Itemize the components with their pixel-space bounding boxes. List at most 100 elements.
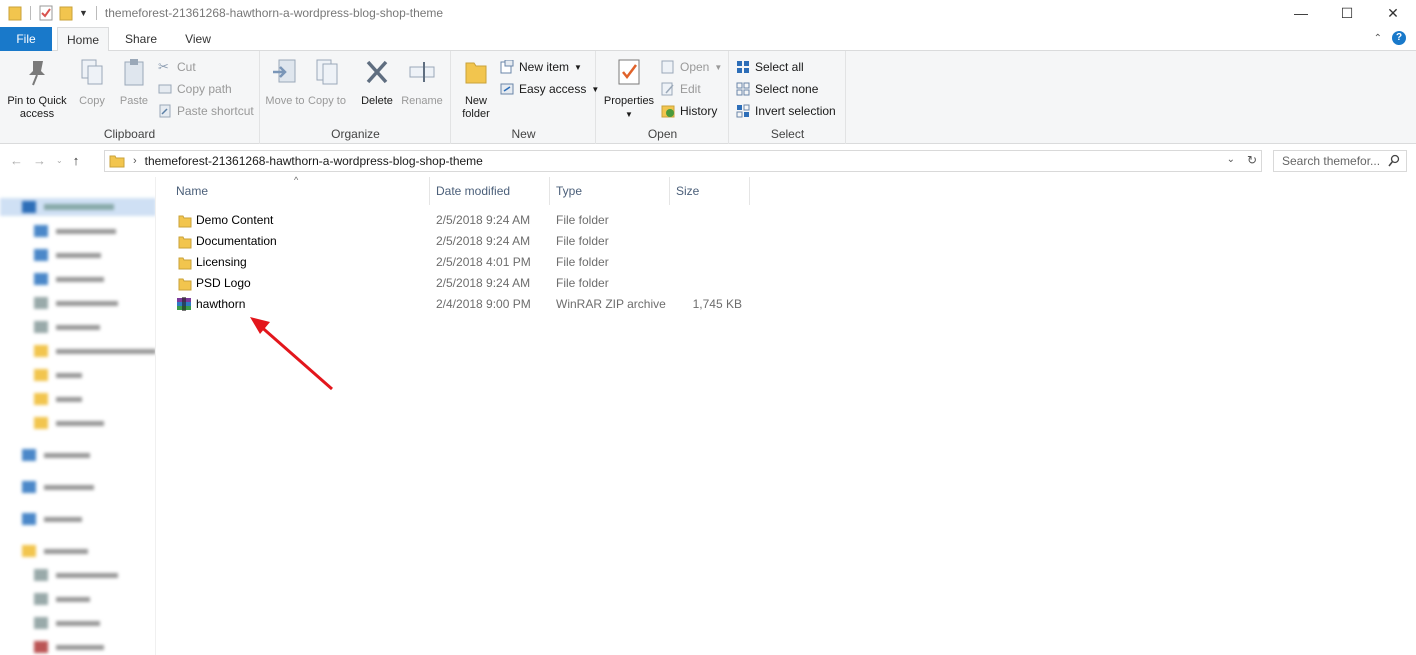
- easy-access-icon: [500, 83, 514, 95]
- chevron-down-icon: ▼: [574, 62, 582, 72]
- list-item[interactable]: Documentation 2/5/2018 9:24 AM File fold…: [170, 231, 770, 252]
- open-button[interactable]: Open ▼: [661, 57, 722, 77]
- easy-access-button[interactable]: Easy access ▼: [500, 79, 599, 99]
- select-none-label: Select none: [755, 82, 819, 96]
- file-size: [678, 210, 742, 231]
- invert-selection-button[interactable]: Invert selection: [736, 101, 836, 121]
- customize-toolbar-icon[interactable]: ▼: [79, 8, 88, 18]
- folder-icon: [109, 155, 125, 168]
- sidebar-item[interactable]: [0, 614, 155, 632]
- column-header-date[interactable]: Date modified: [430, 177, 550, 205]
- select-all-button[interactable]: Select all: [736, 57, 804, 77]
- sidebar-item[interactable]: [0, 566, 155, 584]
- select-none-button[interactable]: Select none: [736, 79, 818, 99]
- scissors-icon: ✂: [158, 59, 169, 74]
- tab-file[interactable]: File: [0, 27, 52, 51]
- copy-path-icon: [158, 84, 172, 94]
- list-item[interactable]: Licensing 2/5/2018 4:01 PM File folder: [170, 252, 770, 273]
- sidebar-item[interactable]: [0, 246, 155, 264]
- tab-share[interactable]: Share: [116, 27, 166, 51]
- properties-icon: [618, 59, 640, 85]
- sidebar-item[interactable]: [0, 318, 155, 336]
- rename-label: Rename: [401, 95, 443, 107]
- column-header-size[interactable]: Size: [670, 177, 750, 205]
- folder-icon: [178, 236, 192, 249]
- properties-label: Properties: [603, 95, 655, 107]
- pin-to-quick-access-button[interactable]: Pin to Quick access: [4, 57, 70, 121]
- paste-shortcut-button[interactable]: Paste shortcut: [158, 101, 254, 121]
- sidebar-item[interactable]: [0, 342, 155, 360]
- quick-access-toolbar: ▼: [0, 5, 99, 21]
- tab-view[interactable]: View: [172, 27, 224, 51]
- new-folder-icon[interactable]: [59, 5, 73, 21]
- recent-locations-icon[interactable]: ⌄: [56, 153, 63, 169]
- tab-home[interactable]: Home: [57, 27, 109, 52]
- folder-icon: [8, 6, 22, 21]
- sidebar-item[interactable]: [0, 294, 155, 312]
- back-arrow-icon[interactable]: ←: [10, 153, 23, 169]
- minimize-button[interactable]: —: [1278, 0, 1324, 26]
- navigation-bar: ← → ⌄ ↑ › themeforest-21361268-hawthorn-…: [0, 145, 1416, 177]
- up-arrow-icon[interactable]: ↑: [73, 153, 80, 169]
- sidebar-item[interactable]: [0, 638, 155, 655]
- separator: [30, 6, 31, 20]
- new-group-label: New: [511, 127, 536, 141]
- new-folder-button[interactable]: New folder: [456, 57, 496, 121]
- help-icon[interactable]: ?: [1392, 31, 1406, 45]
- new-item-button[interactable]: New item ▼: [500, 57, 582, 77]
- sidebar-item[interactable]: [0, 270, 155, 288]
- address-bar[interactable]: › themeforest-21361268-hawthorn-a-wordpr…: [104, 150, 1262, 172]
- file-list: ^ Name Date modified Type Size Demo Cont…: [156, 175, 1416, 655]
- open-label: Open: [680, 60, 710, 74]
- sidebar-item[interactable]: [0, 510, 155, 528]
- refresh-icon[interactable]: ↻: [1247, 153, 1257, 167]
- navigation-arrows: ← → ⌄ ↑: [10, 153, 79, 169]
- history-button[interactable]: History: [661, 101, 717, 121]
- move-to-button[interactable]: Move to: [265, 57, 305, 108]
- breadcrumb[interactable]: themeforest-21361268-hawthorn-a-wordpres…: [145, 154, 483, 168]
- list-item[interactable]: Demo Content 2/5/2018 9:24 AM File folde…: [170, 210, 770, 231]
- column-header-type[interactable]: Type: [550, 177, 670, 205]
- cut-button[interactable]: ✂ Cut: [158, 57, 196, 77]
- file-type: WinRAR ZIP archive: [556, 297, 666, 311]
- search-icon[interactable]: [1388, 154, 1400, 168]
- organize-group-label: Organize: [331, 127, 380, 141]
- forward-arrow-icon[interactable]: →: [33, 153, 46, 169]
- sidebar-item[interactable]: [0, 390, 155, 408]
- copy-button[interactable]: Copy: [74, 57, 110, 108]
- paste-shortcut-label: Paste shortcut: [177, 104, 254, 118]
- sidebar-item[interactable]: [0, 414, 155, 432]
- sidebar-item[interactable]: [0, 222, 155, 240]
- folder-icon: [178, 215, 192, 228]
- title-bar: ▼ themeforest-21361268-hawthorn-a-wordpr…: [0, 0, 1416, 26]
- edit-button[interactable]: Edit: [661, 79, 701, 99]
- sidebar-item[interactable]: [0, 590, 155, 608]
- ribbon-tabs: File Home Share View: [0, 27, 1416, 52]
- collapse-ribbon-icon[interactable]: ⌃: [1374, 33, 1382, 44]
- sidebar-item[interactable]: [0, 198, 155, 216]
- delete-label: Delete: [361, 95, 393, 107]
- close-button[interactable]: ✕: [1370, 0, 1416, 26]
- column-header-name[interactable]: Name: [170, 177, 430, 205]
- file-date: 2/5/2018 9:24 AM: [436, 234, 531, 248]
- sidebar-item[interactable]: [0, 542, 155, 560]
- list-item[interactable]: PSD Logo 2/5/2018 9:24 AM File folder: [170, 273, 770, 294]
- maximize-button[interactable]: ☐: [1324, 0, 1370, 26]
- copy-to-button[interactable]: Copy to: [307, 57, 347, 108]
- paste-button[interactable]: Paste: [116, 57, 152, 108]
- search-input[interactable]: Search themefor...: [1273, 150, 1407, 172]
- rename-button[interactable]: Rename: [399, 57, 445, 108]
- sidebar-item[interactable]: [0, 366, 155, 384]
- chevron-down-icon[interactable]: ⌄: [1227, 154, 1235, 165]
- chevron-down-icon: ▼: [714, 62, 723, 72]
- breadcrumb-chevron-icon[interactable]: ›: [133, 155, 137, 167]
- paste-label: Paste: [119, 95, 149, 107]
- sidebar-item[interactable]: [0, 446, 155, 464]
- copy-path-button[interactable]: Copy path: [158, 79, 232, 99]
- properties-button[interactable]: Properties ▼: [601, 57, 657, 121]
- edit-icon: [661, 82, 674, 96]
- sidebar-item[interactable]: [0, 478, 155, 496]
- properties-icon[interactable]: [39, 5, 53, 21]
- delete-button[interactable]: Delete: [357, 57, 397, 108]
- copy-icon: [81, 59, 103, 85]
